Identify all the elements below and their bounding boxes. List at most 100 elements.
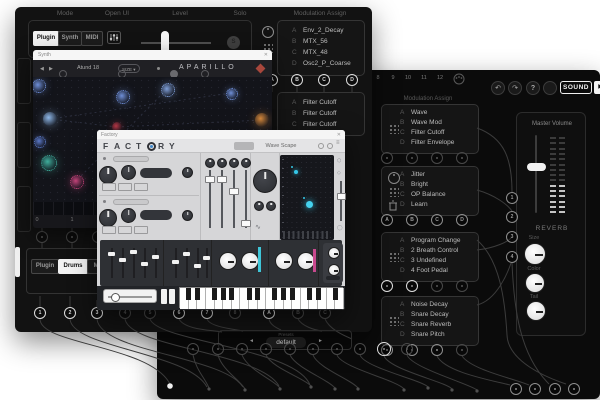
mixer-fader[interactable] — [205, 176, 215, 183]
mix-knob[interactable] — [205, 158, 215, 168]
osc-knob[interactable] — [99, 209, 117, 227]
chain-node-dot[interactable] — [284, 343, 296, 355]
matrix-grid-icon[interactable] — [388, 315, 399, 326]
eq-settings-icon[interactable] — [107, 31, 121, 44]
mod-slot[interactable]: DLearn — [400, 200, 428, 210]
fx-fader[interactable] — [172, 260, 179, 264]
fx-knob[interactable] — [241, 252, 259, 270]
tab-drums[interactable]: Drums — [58, 259, 88, 274]
mod-slot[interactable]: CFilter Cutoff — [400, 128, 444, 138]
trash-icon[interactable] — [388, 200, 398, 211]
piano-key-black[interactable] — [290, 288, 295, 300]
rail-slot[interactable] — [17, 186, 31, 232]
ab-compare-icon[interactable] — [318, 143, 324, 149]
preset-next-button[interactable]: ► — [318, 338, 323, 344]
mod-slot[interactable]: BBright — [400, 180, 428, 190]
chain-node-D[interactable]: D — [346, 74, 358, 86]
piano-key-black[interactable] — [255, 288, 260, 300]
diamond-icon[interactable]: ◇ — [337, 170, 341, 176]
particle-orb[interactable] — [161, 83, 175, 97]
particle-orb[interactable] — [70, 175, 84, 189]
chain-node-dot[interactable] — [331, 343, 343, 355]
chain-node-dot[interactable] — [549, 383, 561, 395]
engine-mode-pill[interactable] — [113, 199, 149, 205]
matrix-grid-icon[interactable] — [388, 186, 399, 197]
piano-keyboard[interactable] — [179, 287, 343, 308]
matrix-node[interactable] — [303, 197, 305, 199]
factory-titlebar[interactable]: Factory ✕ — [97, 130, 345, 139]
matrix-node[interactable] — [306, 201, 313, 208]
mod-slot[interactable]: CSnare Reverb — [400, 320, 451, 330]
particle-orb[interactable] — [41, 155, 57, 171]
circle-icon[interactable]: ◯ — [337, 225, 343, 231]
octave-button[interactable] — [161, 289, 167, 304]
chain-node-dot[interactable] — [260, 343, 272, 355]
wave-select-pill[interactable] — [140, 210, 172, 220]
mixer-fader[interactable] — [241, 220, 251, 227]
chain-node-dot[interactable] — [401, 343, 413, 355]
matrix-grid-icon[interactable] — [388, 123, 399, 134]
mod-slot[interactable]: AFilter Cutoff — [292, 98, 336, 108]
value-box[interactable] — [118, 183, 132, 191]
chain-node-dot[interactable] — [236, 343, 248, 355]
chain-node-dot[interactable] — [456, 280, 468, 292]
rail-slot[interactable] — [17, 58, 31, 104]
piano-key-black[interactable] — [316, 288, 321, 300]
prev-preset-icon[interactable]: ◀ — [40, 66, 44, 72]
reverb-tail-knob[interactable] — [526, 301, 546, 321]
mod-slot[interactable]: CMTX_48 — [292, 48, 328, 58]
hex-icon[interactable]: ⬡ — [337, 158, 341, 164]
tab-midi[interactable]: MIDI — [81, 31, 103, 46]
menu-icon[interactable]: ≡ — [336, 140, 340, 146]
mod-slot[interactable]: DFilter Envelope — [400, 138, 454, 148]
reverb-color-knob[interactable] — [525, 273, 545, 293]
chain-node-dot[interactable] — [36, 231, 48, 243]
output-fader[interactable] — [337, 193, 346, 200]
piano-key-black[interactable] — [229, 288, 234, 300]
matrix-node[interactable] — [294, 170, 298, 174]
piano-key-black[interactable] — [247, 288, 252, 300]
mod-slot[interactable]: BWave Mod — [400, 118, 442, 128]
chain-node-dot[interactable] — [456, 344, 468, 356]
piano-key-black[interactable] — [333, 288, 338, 300]
mod-slot[interactable]: BMTX_56 — [292, 37, 328, 47]
mod-matrix[interactable] — [280, 155, 334, 240]
mod-slot[interactable]: COP Balance — [400, 190, 446, 200]
tab-synth[interactable]: Synth — [58, 31, 82, 46]
wave-select-pill[interactable] — [140, 168, 172, 178]
chain-node-A[interactable]: A — [381, 214, 393, 226]
particle-orb[interactable] — [34, 136, 46, 148]
fx-fader[interactable] — [194, 264, 201, 268]
mixer-fader[interactable] — [229, 188, 239, 195]
osc-knob[interactable] — [121, 165, 136, 180]
chain-node-dot[interactable] — [187, 343, 199, 355]
mix-knob[interactable] — [217, 158, 227, 168]
filter-mini-knob[interactable] — [254, 201, 264, 211]
level-slider-track[interactable] — [141, 42, 211, 44]
mod-slot[interactable]: C3 Undefined — [400, 256, 446, 266]
mini-knob[interactable] — [182, 210, 193, 221]
close-icon[interactable]: ✕ — [264, 52, 268, 58]
play-button[interactable]: ▶ — [594, 81, 600, 94]
mod-slot[interactable]: B2 Breath Control — [400, 246, 458, 256]
next-preset-icon[interactable]: ▶ — [49, 66, 53, 72]
tab-plugin[interactable]: Plugin — [33, 31, 59, 46]
filter-cutoff-knob[interactable] — [253, 169, 277, 193]
chain-node-2[interactable]: 2 — [506, 211, 518, 223]
close-icon[interactable]: ✕ — [337, 132, 341, 138]
preset-bank-pill[interactable] — [234, 142, 254, 150]
particle-orb[interactable] — [226, 88, 238, 100]
piano-key-black[interactable] — [221, 288, 226, 300]
chain-node-D[interactable]: D — [456, 214, 468, 226]
piano-key-black[interactable] — [186, 288, 191, 300]
chain-node-dot[interactable] — [568, 383, 580, 395]
value-box[interactable] — [118, 226, 132, 234]
particle-orb[interactable] — [116, 90, 130, 104]
help-button[interactable]: ? — [526, 81, 540, 95]
dot-icon[interactable] — [157, 67, 160, 70]
piano-key-black[interactable] — [281, 288, 286, 300]
reverb-size-knob[interactable] — [524, 243, 546, 265]
mod-slot[interactable]: AEnv_2_Decay — [292, 26, 343, 36]
mode-pill[interactable] — [326, 276, 340, 280]
mod-slot[interactable]: BSnare Decay — [400, 310, 449, 320]
